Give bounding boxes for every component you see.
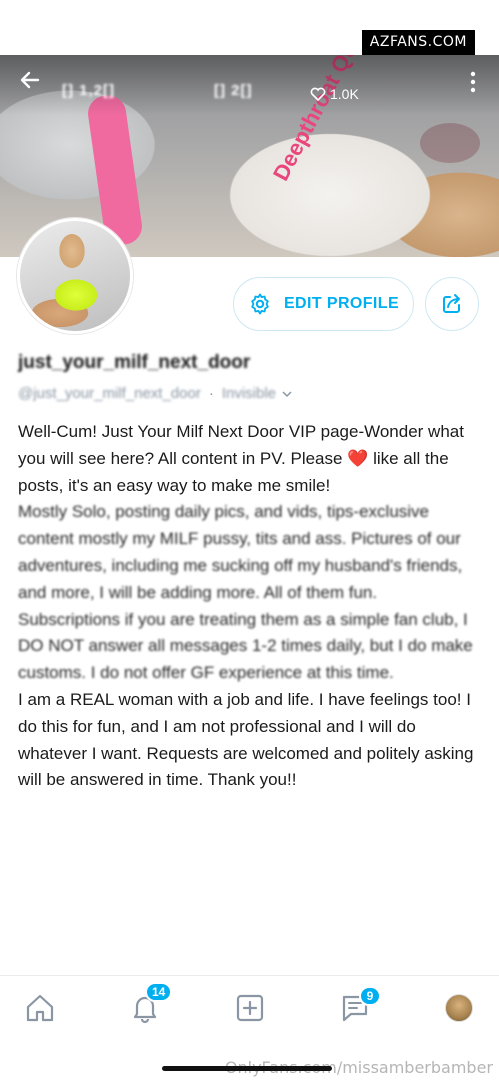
bio-paragraph-2: Mostly Solo, posting daily pics, and vid… xyxy=(18,502,463,602)
tab-home[interactable] xyxy=(22,990,58,1026)
cover-stats-left: [] 1,2[] xyxy=(62,82,115,99)
bio-paragraph-1: Well-Cum! Just Your Milf Next Door VIP p… xyxy=(18,422,464,495)
add-post-icon xyxy=(236,994,264,1022)
notifications-badge: 14 xyxy=(145,982,173,1002)
tab-profile[interactable] xyxy=(441,990,477,1026)
profile-bio: Well-Cum! Just Your Milf Next Door VIP p… xyxy=(18,419,482,794)
back-arrow-icon[interactable] xyxy=(18,68,42,92)
messages-badge: 9 xyxy=(359,986,381,1006)
cover-tattoo xyxy=(420,123,480,163)
tab-new-post[interactable] xyxy=(232,990,268,1026)
likes-count: 1.0K xyxy=(330,86,359,102)
handle-row: @just_your_milf_next_door · Invisible xyxy=(18,385,292,402)
bio-paragraph-3: Subscriptions if you are treating them a… xyxy=(18,609,473,683)
home-indicator[interactable] xyxy=(162,1066,332,1071)
profile-avatar-small xyxy=(445,994,473,1022)
status-bar-area: AZFANS.COM xyxy=(0,0,499,56)
display-name-text: just_your_milf_next_door xyxy=(18,352,251,373)
status-label: Invisible xyxy=(221,385,277,402)
status-selector[interactable]: Invisible xyxy=(222,385,292,402)
tab-notifications[interactable]: 14 xyxy=(127,982,173,1026)
share-button[interactable] xyxy=(425,277,479,331)
watermark-top: AZFANS.COM xyxy=(361,30,475,56)
gear-icon xyxy=(251,293,269,315)
chevron-down-icon xyxy=(282,390,292,397)
edit-profile-label: EDIT PROFILE xyxy=(283,295,400,312)
likes-counter: 1.0K xyxy=(310,86,359,102)
heart-outline-icon xyxy=(310,87,326,101)
separator-dot: · xyxy=(208,385,214,402)
edit-profile-button[interactable]: EDIT PROFILE xyxy=(233,277,414,331)
share-icon xyxy=(443,294,460,313)
more-options-icon[interactable] xyxy=(466,70,480,94)
bottom-tab-bar: 14 9 xyxy=(0,976,499,1042)
profile-avatar[interactable] xyxy=(17,218,133,334)
home-icon xyxy=(26,994,54,1022)
bio-paragraph-4: I am a REAL woman with a job and life. I… xyxy=(18,689,474,790)
username-handle: @just_your_milf_next_door xyxy=(18,385,201,402)
display-name: just_your_milf_next_door xyxy=(18,352,250,374)
tab-messages[interactable]: 9 xyxy=(337,986,381,1026)
cover-stats-right: [] 2[] xyxy=(214,82,253,99)
